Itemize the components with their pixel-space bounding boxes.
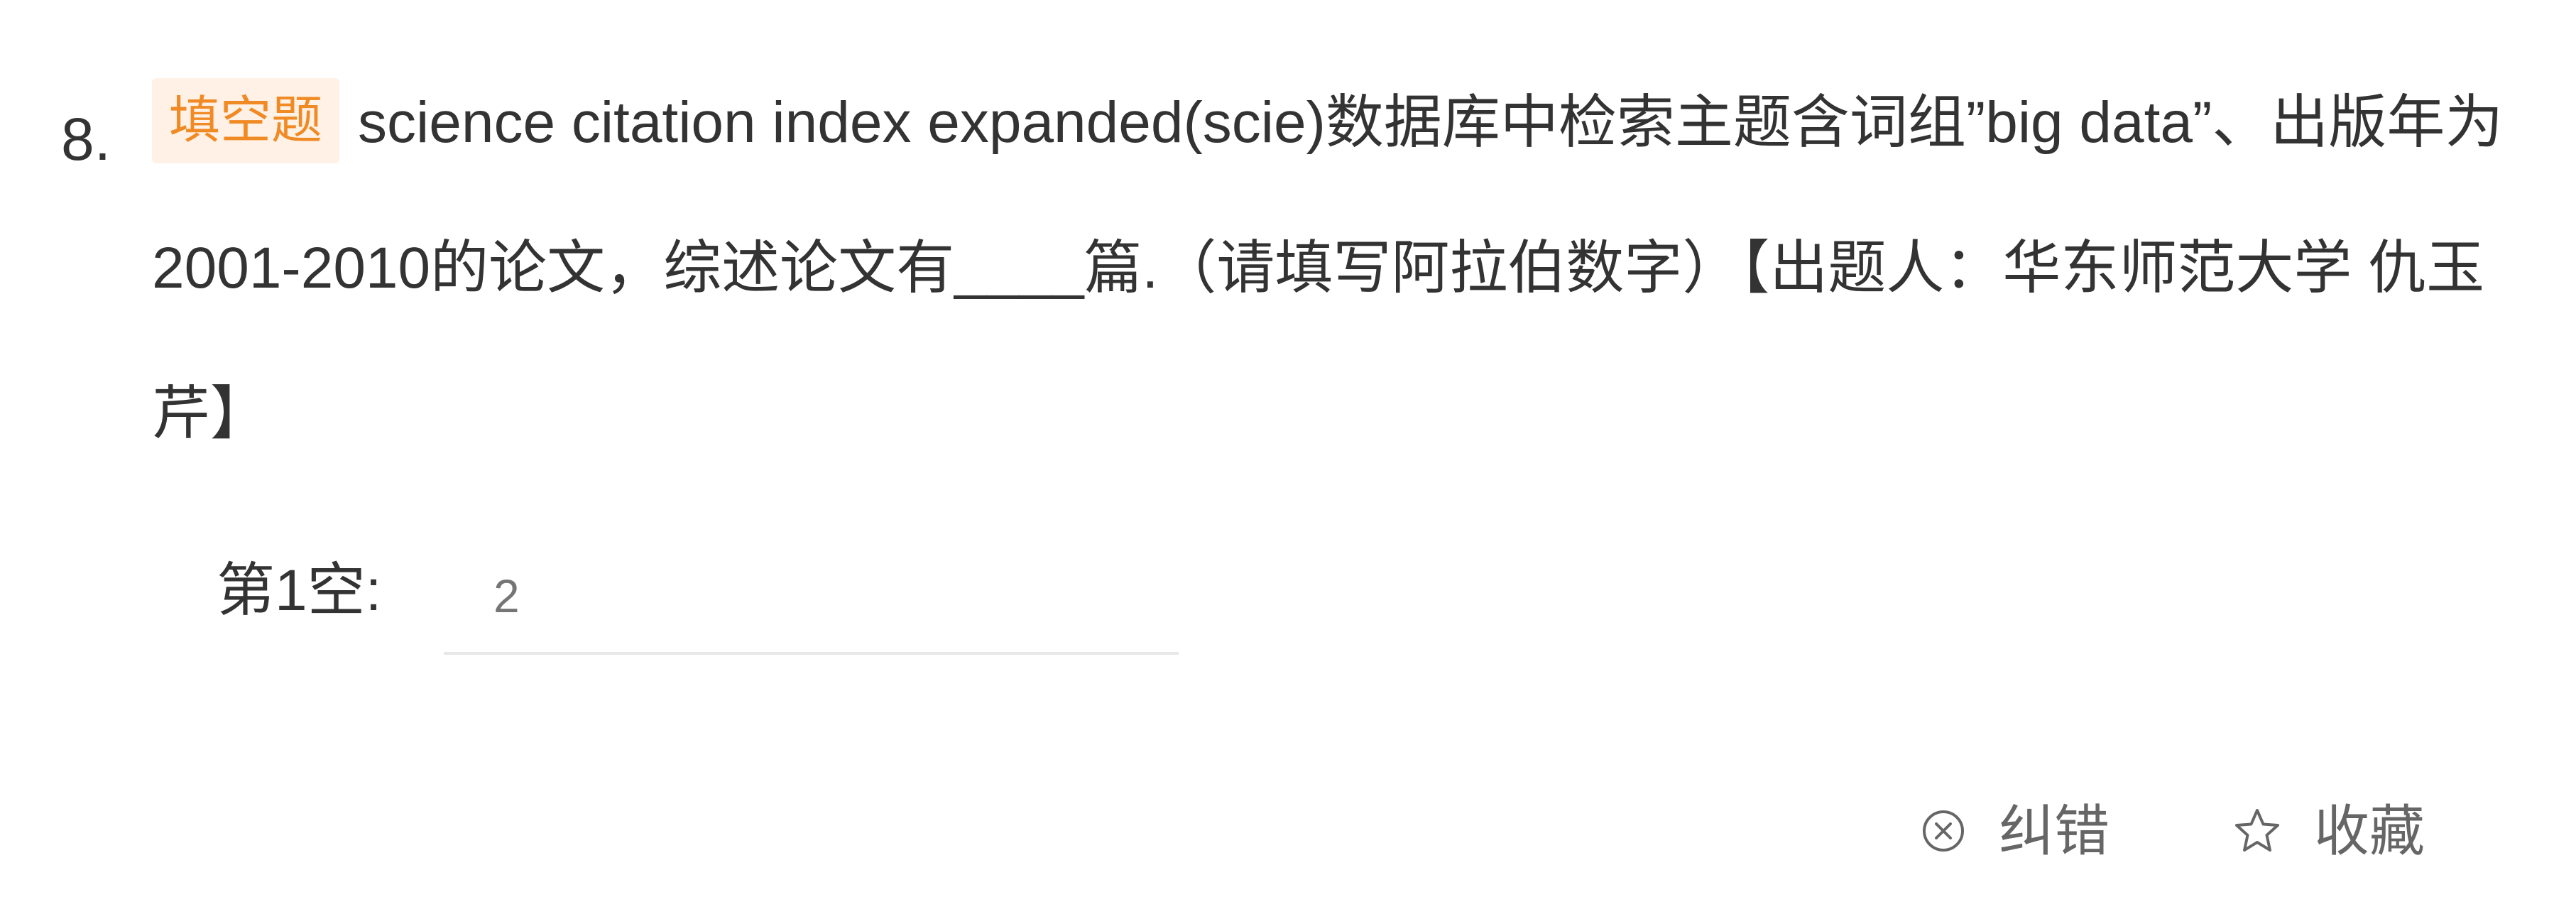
question-text: science citation index expanded(scie)数据库… — [152, 90, 2504, 446]
circle-x-icon — [1923, 810, 1964, 852]
star-outline-icon — [2235, 809, 2279, 852]
answer-blank-row: 第1空: — [217, 540, 1211, 660]
question-number: 8. — [61, 106, 111, 173]
blank-label: 第1空: — [217, 558, 382, 623]
favorite-button[interactable]: 收藏 — [2233, 792, 2425, 870]
question-type-badge: 填空题 — [152, 78, 340, 163]
question-stem: 填空题 science citation index expanded(scie)… — [152, 50, 2523, 486]
favorite-label: 收藏 — [2314, 800, 2425, 862]
report-error-label: 纠错 — [1999, 800, 2110, 862]
report-error-button[interactable]: 纠错 — [1921, 792, 2110, 870]
blank-1-input[interactable] — [444, 540, 1179, 655]
